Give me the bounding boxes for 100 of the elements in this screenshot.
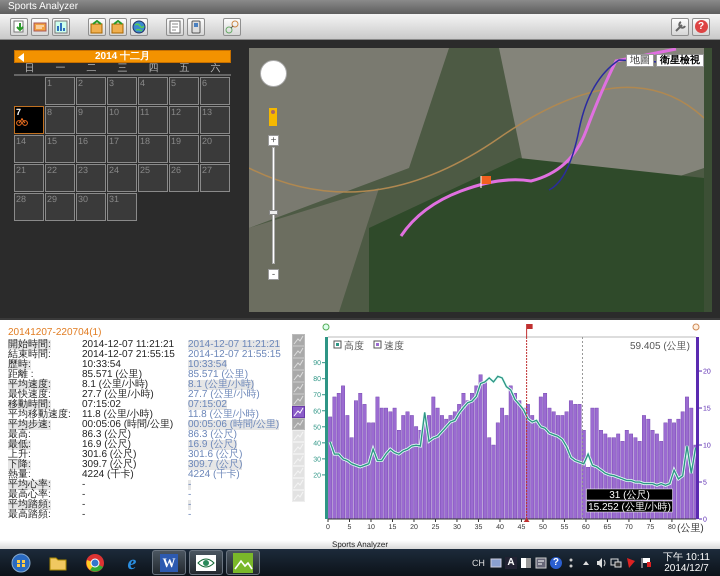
calendar-day[interactable]: 13 [200, 106, 230, 134]
stat-compare-value: 4224 (千卡) [188, 470, 240, 480]
prev-month-icon[interactable] [18, 53, 24, 62]
calendar-day[interactable]: 12 [169, 106, 199, 134]
stat-compare-value: 85.571 (公里) [188, 370, 248, 380]
graph-icon [293, 395, 304, 405]
toolbar-button[interactable] [187, 18, 205, 36]
stat-label: 平均踏頻: [8, 500, 51, 510]
flag-marker[interactable] [524, 324, 533, 522]
slider-thumb[interactable] [269, 210, 278, 216]
graph-icon [293, 359, 304, 369]
toolbar-button[interactable] [166, 18, 184, 36]
document-icon [168, 20, 182, 34]
calendar-day[interactable]: 4 [138, 77, 168, 105]
taskbar-button[interactable]: W [152, 550, 186, 575]
tablet-icon[interactable] [534, 556, 547, 568]
calendar-day[interactable]: 10 [107, 106, 137, 134]
stat-compare-value: 2014-12-07 21:55:15 [188, 350, 281, 360]
graph-icon [293, 455, 304, 465]
weekday-label: 五 [180, 63, 190, 75]
calendar-day[interactable]: 2 [76, 77, 106, 105]
calendar-day[interactable]: 15 [45, 135, 75, 163]
weekday-label: 日 [24, 63, 34, 75]
calendar-day[interactable]: 5 [169, 77, 199, 105]
map-type-button[interactable]: 地圖 [626, 54, 654, 67]
calendar-day[interactable]: 22 [45, 164, 75, 192]
window-title: Sports Analyzer [332, 540, 388, 549]
axis-title: (公里) [677, 523, 704, 534]
calendar-day[interactable]: 3 [107, 77, 137, 105]
stat-label: 開始時間: [8, 340, 51, 350]
chart-icon [54, 20, 68, 34]
graph-icon [293, 335, 304, 345]
calendar-day[interactable]: 14 [14, 135, 44, 163]
stat-value: 2014-12-07 21:55:15 [82, 350, 175, 360]
stat-value: 2014-12-07 11:21:21 [82, 340, 174, 350]
calendar-day[interactable]: 23 [76, 164, 106, 192]
calendar-day[interactable]: 30 [76, 193, 106, 221]
zoom-in-button[interactable]: + [268, 135, 279, 146]
network-icon[interactable] [610, 556, 622, 568]
stat-value: 85.571 (公里) [82, 370, 142, 380]
calendar-day[interactable]: 8 [45, 106, 75, 134]
stat-value: 309.7 (公尺) [82, 460, 136, 470]
calendar-day[interactable]: 1 [45, 77, 75, 105]
mountain-icon [233, 552, 253, 572]
stat-compare-value: 8.1 (公里/小時) [188, 380, 254, 390]
chart-tool-button[interactable] [292, 406, 305, 418]
calendar-day[interactable]: 26 [169, 164, 199, 192]
calendar-day[interactable]: 18 [138, 135, 168, 163]
stat-compare-value: 00:05:06 (時間/公里) [188, 420, 280, 430]
speaker-icon[interactable] [594, 556, 607, 568]
stat-value: 16.9 (公尺) [82, 440, 131, 450]
zoom-slider[interactable] [272, 147, 275, 264]
calendar-day[interactable]: 6 [200, 77, 230, 105]
stat-compare-value: 16.9 (公尺) [188, 440, 237, 450]
calendar-day[interactable]: 31 [107, 193, 137, 221]
stat-value: 07:15:02 [82, 400, 121, 410]
calendar-day[interactable]: 17 [107, 135, 137, 163]
keyboard-icon[interactable] [490, 556, 502, 568]
graph-icon [293, 491, 304, 501]
legend-item: 高度 [334, 340, 364, 352]
stat-value: 4224 (千卡) [82, 470, 134, 480]
calendar-day[interactable]: 16 [76, 135, 106, 163]
session-title: 20141207-220704(1) [8, 327, 102, 338]
legend-label: 速度 [384, 340, 404, 352]
taskbar-button[interactable] [189, 550, 223, 575]
graph-icon [293, 419, 304, 429]
map-type-button[interactable]: 衛星檢視 [656, 54, 704, 67]
stat-value: 27.7 (公里/小時) [82, 390, 154, 400]
calendar-day[interactable]: 7 [14, 106, 44, 134]
calendar-day[interactable]: 24 [107, 164, 137, 192]
flag-icon[interactable] [640, 556, 652, 568]
person-icon[interactable] [269, 108, 277, 126]
toolbar-button[interactable] [130, 18, 148, 36]
toolbar-button[interactable] [31, 18, 49, 36]
pennant-icon[interactable] [624, 556, 637, 568]
calendar-day[interactable]: 9 [76, 106, 106, 134]
help-button[interactable]: ? [692, 18, 710, 36]
stat-value: 11.8 (公里/小時) [82, 410, 153, 420]
tray-icon[interactable]: A [504, 556, 517, 568]
calendar-day[interactable]: 19 [169, 135, 199, 163]
calendar-day[interactable]: 25 [138, 164, 168, 192]
zoom-out-button[interactable]: - [268, 269, 279, 280]
toolbar-button[interactable] [671, 18, 689, 36]
calendar-day[interactable]: 11 [138, 106, 168, 134]
taskbar-button[interactable] [226, 550, 260, 575]
stat-label: 最高踏頻: [8, 510, 51, 520]
calendar-day[interactable]: 29 [45, 193, 75, 221]
chain-icon [225, 20, 239, 34]
calendar-day[interactable]: 28 [14, 193, 44, 221]
calendar-day[interactable]: 20 [200, 135, 230, 163]
panel-icon[interactable] [520, 556, 532, 568]
clock-date[interactable]: 2014/12/7 [664, 562, 709, 574]
clock-time[interactable]: 下午 10:11 [662, 552, 710, 562]
weekday-label: 四 [148, 63, 158, 75]
calendar-day[interactable]: 21 [14, 164, 44, 192]
taskbar-button[interactable]: e [115, 550, 149, 575]
calendar-day[interactable]: 27 [200, 164, 230, 192]
language-indicator[interactable]: CH [472, 558, 485, 568]
help-icon[interactable]: ? [550, 556, 562, 568]
stat-label: 最高心率: [8, 490, 51, 500]
